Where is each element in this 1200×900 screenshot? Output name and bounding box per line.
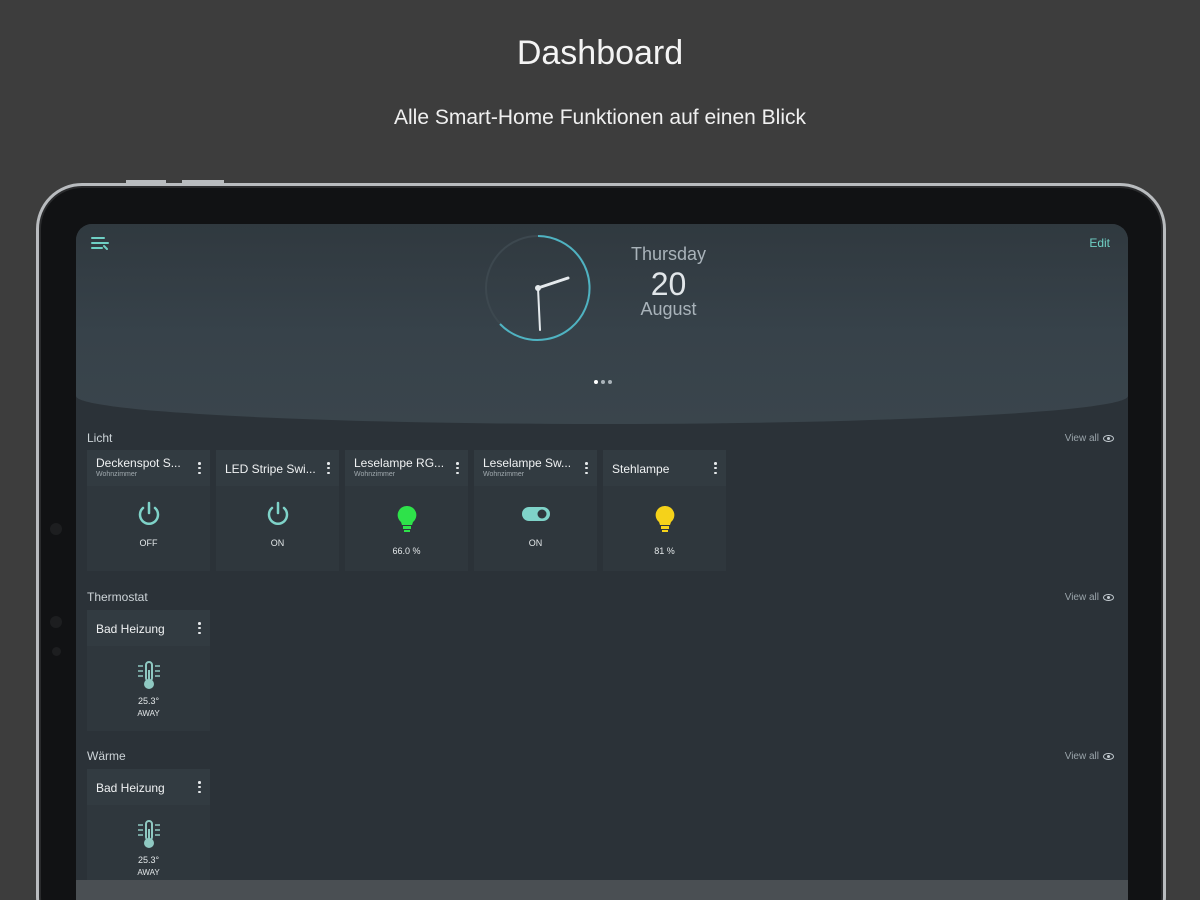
date-month: August (640, 299, 697, 319)
page-dot (608, 380, 612, 384)
card-mode: AWAY (137, 868, 160, 877)
card-state: ON (270, 538, 285, 548)
power-button (182, 180, 224, 183)
card-room: Wohnzimmer (483, 471, 525, 478)
card-mode: AWAY (137, 709, 160, 718)
toggle-icon[interactable] (521, 506, 551, 522)
page-dot (601, 380, 605, 384)
device-card-bad-heizung-thermostat[interactable]: Bad Heizung 25.3° AWAY (87, 610, 210, 731)
camera-dot (50, 616, 62, 628)
card-name: Bad Heizung (96, 622, 165, 636)
card-name: Leselampe RG... (354, 456, 445, 470)
more-options-icon[interactable] (585, 462, 588, 474)
view-all-label: View all (1064, 751, 1099, 762)
edit-button[interactable]: Edit (1089, 236, 1110, 250)
card-name: Stehlampe (612, 462, 670, 476)
date-weekday: Thursday (630, 244, 707, 264)
promo-title: Dashboard (516, 34, 684, 72)
bulb-icon[interactable] (653, 504, 677, 534)
camera-dot (50, 523, 62, 535)
card-brightness: 66.0 % (392, 546, 421, 556)
eye-icon (1103, 594, 1114, 601)
card-state: OFF (139, 538, 158, 548)
device-card-leselampe-rgb[interactable]: Leselampe RG... Wohnzimmer 66.0 % (345, 450, 468, 571)
date-day-number: 20 (650, 266, 687, 302)
device-card-led-stripe[interactable]: LED Stripe Swi... ON (216, 450, 339, 571)
bottom-bar (76, 880, 1128, 900)
more-options-icon[interactable] (198, 781, 201, 793)
thermometer-icon (137, 820, 160, 848)
view-all-label: View all (1064, 592, 1099, 603)
card-temperature: 25.3° (137, 855, 160, 865)
eye-icon (1103, 753, 1114, 760)
card-state: ON (528, 538, 543, 548)
date-display: Thursday 20 August (616, 244, 721, 320)
more-options-icon[interactable] (456, 462, 459, 474)
app-screen: Edit Thursday 20 August Licht View all D… (76, 224, 1128, 900)
card-name: Deckenspot S... (96, 456, 181, 470)
camera-dot (52, 647, 61, 656)
bulb-icon[interactable] (395, 504, 419, 534)
device-card-leselampe-switch[interactable]: Leselampe Sw... Wohnzimmer ON (474, 450, 597, 571)
card-room: Wohnzimmer (96, 471, 138, 478)
view-all-label: View all (1064, 433, 1099, 444)
section-title-waerme: Wärme (87, 749, 126, 763)
more-options-icon[interactable] (198, 462, 201, 474)
power-icon[interactable] (264, 500, 292, 528)
page-indicator[interactable] (594, 380, 612, 384)
more-options-icon[interactable] (714, 462, 717, 474)
view-all-thermostat[interactable]: View all (1065, 592, 1114, 603)
device-card-deckenspot[interactable]: Deckenspot S... Wohnzimmer OFF (87, 450, 210, 571)
dashboard-header (76, 224, 1128, 424)
eye-icon (1103, 435, 1114, 442)
thermometer-icon (137, 661, 160, 689)
card-name: Leselampe Sw... (483, 456, 572, 470)
power-icon[interactable] (135, 500, 163, 528)
menu-icon[interactable] (90, 234, 110, 254)
card-brightness: 81 % (654, 546, 675, 556)
more-options-icon[interactable] (198, 622, 201, 634)
section-title-licht: Licht (87, 431, 113, 445)
card-name: Bad Heizung (96, 781, 165, 795)
card-name: LED Stripe Swi... (225, 462, 316, 476)
view-all-licht[interactable]: View all (1065, 433, 1114, 444)
page-dot (594, 380, 598, 384)
section-title-thermostat: Thermostat (87, 590, 148, 604)
more-options-icon[interactable] (327, 462, 330, 474)
card-room: Wohnzimmer (354, 471, 396, 478)
promo-subtitle: Alle Smart-Home Funktionen auf einen Bli… (393, 106, 807, 129)
volume-button (126, 180, 166, 183)
device-card-bad-heizung-waerme[interactable]: Bad Heizung 25.3° AWAY (87, 769, 210, 890)
analog-clock (485, 235, 591, 341)
view-all-waerme[interactable]: View all (1065, 751, 1114, 762)
card-temperature: 25.3° (137, 696, 160, 706)
device-card-stehlampe[interactable]: Stehlampe 81 % (603, 450, 726, 571)
